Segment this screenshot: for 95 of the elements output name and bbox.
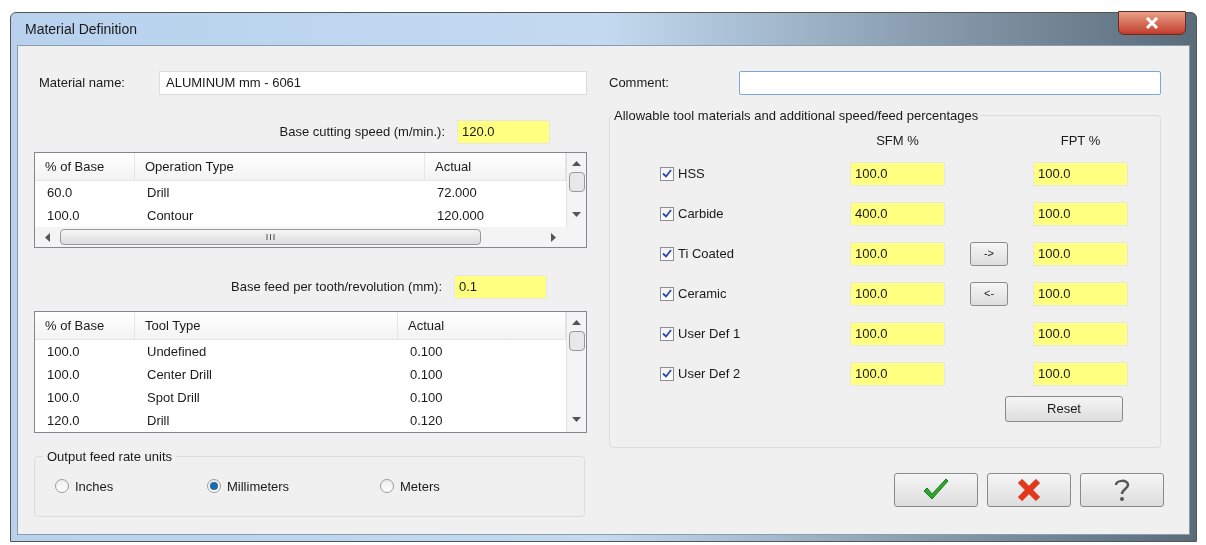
table-cell-text: 100.0 bbox=[46, 342, 81, 361]
vertical-scrollbar[interactable] bbox=[566, 153, 586, 227]
check-icon bbox=[662, 289, 672, 298]
transfer-button[interactable]: -> bbox=[970, 241, 1008, 266]
check-icon bbox=[662, 329, 672, 338]
table-cell-text: 0.100 bbox=[409, 365, 444, 384]
column-header[interactable]: Operation Type bbox=[135, 153, 425, 180]
field-label: Base feed per tooth/revolution (mm): bbox=[231, 278, 442, 297]
checkbox[interactable] bbox=[660, 206, 674, 221]
group-title: Allowable tool materials and additional speed/feed percentages bbox=[613, 107, 980, 125]
horizontal-scrollbar[interactable] bbox=[35, 227, 586, 247]
table-cell-text: Contour bbox=[146, 206, 195, 225]
close-button[interactable] bbox=[1118, 11, 1186, 35]
checkbox-label: HSS bbox=[678, 164, 705, 183]
table-cell-text: Undefined bbox=[146, 342, 208, 361]
table-cell-text: 120.000 bbox=[436, 206, 485, 225]
table-cell-text: Drill bbox=[146, 183, 171, 202]
table-cell-text: 0.120 bbox=[409, 411, 444, 430]
number-field[interactable]: 100.0 bbox=[1033, 361, 1128, 386]
number-field[interactable]: 0.1 bbox=[454, 275, 547, 299]
table-cell-text: 100.0 bbox=[46, 365, 81, 384]
cancel-button[interactable] bbox=[987, 473, 1071, 507]
reset-button[interactable]: Reset bbox=[1005, 395, 1123, 422]
scroll-left-icon[interactable] bbox=[45, 232, 50, 242]
field-label: Material name: bbox=[39, 74, 126, 93]
number-field[interactable]: 100.0 bbox=[850, 321, 945, 346]
help-button[interactable] bbox=[1080, 473, 1164, 507]
number-field[interactable]: 100.0 bbox=[850, 361, 945, 386]
table-cell-text: 120.0 bbox=[46, 411, 81, 430]
radio-label: Inches bbox=[75, 477, 114, 496]
scroll-thumb[interactable] bbox=[60, 229, 481, 245]
radio-button[interactable] bbox=[207, 479, 221, 494]
cross-icon bbox=[1016, 479, 1042, 501]
checkbox-label: User Def 2 bbox=[678, 364, 741, 383]
close-icon bbox=[1145, 17, 1159, 29]
number-field[interactable]: 100.0 bbox=[850, 161, 945, 186]
column-header: FPT % bbox=[1059, 131, 1102, 150]
number-field[interactable]: 100.0 bbox=[1033, 241, 1128, 266]
field-label: Base cutting speed (m/min.): bbox=[279, 123, 445, 142]
number-field[interactable]: 100.0 bbox=[850, 241, 945, 266]
number-field[interactable]: 100.0 bbox=[1033, 201, 1128, 226]
table-cell-text: 0.100 bbox=[409, 342, 444, 361]
check-icon bbox=[662, 369, 672, 378]
checkbox-label: Ti Coated bbox=[678, 244, 734, 263]
transfer-button[interactable]: <- bbox=[970, 281, 1008, 306]
column-header[interactable]: % of Base bbox=[35, 153, 135, 180]
table-cell-text: 100.0 bbox=[46, 206, 81, 225]
radio-button[interactable] bbox=[55, 479, 69, 494]
table-cell-text: 72.000 bbox=[436, 183, 478, 202]
scroll-down-icon[interactable] bbox=[572, 417, 581, 422]
table-cell-text: Center Drill bbox=[146, 365, 213, 384]
checkbox-label: Ceramic bbox=[678, 284, 727, 303]
column-header[interactable]: % of Base bbox=[35, 312, 135, 339]
number-field[interactable]: 100.0 bbox=[1033, 321, 1128, 346]
ok-button[interactable] bbox=[894, 473, 978, 507]
scroll-right-icon[interactable] bbox=[551, 232, 556, 242]
scroll-up-icon[interactable] bbox=[572, 161, 581, 166]
checkmark-icon bbox=[922, 478, 950, 502]
table-cell-text: 100.0 bbox=[46, 388, 81, 407]
checkbox-label: User Def 1 bbox=[678, 324, 741, 343]
scroll-down-icon[interactable] bbox=[572, 212, 581, 217]
table-cell-text: 0.100 bbox=[409, 388, 444, 407]
checkbox[interactable] bbox=[660, 326, 674, 341]
grip-icon bbox=[266, 234, 275, 240]
radio-label: Meters bbox=[400, 477, 440, 496]
checkbox[interactable] bbox=[660, 366, 674, 381]
number-field[interactable]: 100.0 bbox=[850, 281, 945, 306]
text-field[interactable]: ALUMINUM mm - 6061 bbox=[159, 71, 587, 95]
column-header: SFM % bbox=[875, 131, 920, 150]
check-icon bbox=[662, 249, 672, 258]
group-title: Output feed rate units bbox=[46, 448, 174, 466]
checkbox-label: Carbide bbox=[678, 204, 724, 223]
question-mark-icon bbox=[1112, 477, 1132, 503]
check-icon bbox=[662, 209, 672, 218]
column-header[interactable]: Tool Type bbox=[135, 312, 398, 339]
number-field[interactable]: 400.0 bbox=[850, 201, 945, 226]
table-cell-text: 60.0 bbox=[46, 183, 74, 202]
vertical-scrollbar[interactable] bbox=[566, 312, 586, 432]
number-field[interactable]: 100.0 bbox=[1033, 161, 1128, 186]
checkbox[interactable] bbox=[660, 166, 674, 181]
table-cell-text: Drill bbox=[146, 411, 171, 430]
check-icon bbox=[662, 169, 672, 178]
field-label: Comment: bbox=[609, 74, 670, 93]
comment-field[interactable] bbox=[739, 71, 1161, 95]
scroll-up-icon[interactable] bbox=[572, 320, 581, 325]
scroll-thumb[interactable] bbox=[568, 331, 585, 351]
radio-button[interactable] bbox=[380, 479, 394, 494]
number-field[interactable]: 120.0 bbox=[457, 120, 550, 144]
table-cell-text: Spot Drill bbox=[146, 388, 201, 407]
checkbox[interactable] bbox=[660, 246, 674, 261]
number-field[interactable]: 100.0 bbox=[1033, 281, 1128, 306]
scroll-thumb[interactable] bbox=[568, 172, 585, 192]
window-title: Material Definition bbox=[25, 19, 138, 39]
radio-label: Millimeters bbox=[227, 477, 290, 496]
checkbox[interactable] bbox=[660, 286, 674, 301]
